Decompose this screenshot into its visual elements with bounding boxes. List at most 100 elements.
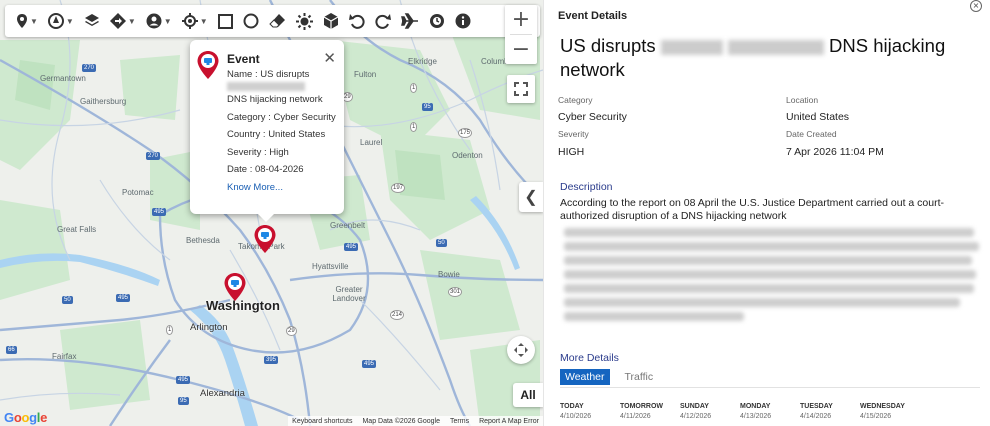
draw-square-button[interactable] xyxy=(213,5,238,37)
map[interactable]: Germantown Gaithersburg Potomac Great Fa… xyxy=(0,0,543,426)
popup-category-label: Category : xyxy=(227,111,271,123)
severity-label: Severity xyxy=(558,129,589,139)
popup-country-value: United States xyxy=(268,129,326,140)
highway-shield: 495 xyxy=(176,376,191,384)
date-created-label: Date Created xyxy=(786,129,837,139)
pan-control[interactable] xyxy=(507,336,535,364)
map-label-fulton: Fulton xyxy=(354,70,377,79)
popup-date: Date : 08-04-2026 xyxy=(227,164,339,177)
day-name: TUESDAY xyxy=(800,403,833,410)
more-details-heading: More Details xyxy=(560,352,619,364)
weather-forecast: TODAY 4/10/2026 TOMORROW 4/11/2026 SUNDAY 4… xyxy=(560,402,920,422)
flight-button[interactable] xyxy=(396,5,424,37)
cube-icon xyxy=(323,13,338,29)
redacted-text xyxy=(564,298,960,307)
redacted-text xyxy=(564,312,744,321)
redacted-text xyxy=(564,270,976,279)
redacted-text xyxy=(564,256,972,265)
plane-icon xyxy=(400,13,418,29)
directions-dropdown[interactable]: ▼ xyxy=(105,5,141,37)
map-label-bethesda: Bethesda xyxy=(186,236,220,245)
event-details-panel: Event Details × US disrupts DNS hijackin… xyxy=(543,0,990,426)
day-name: TOMORROW xyxy=(620,403,664,410)
all-filter-button[interactable]: All xyxy=(513,383,543,407)
date-created-value: 7 Apr 2026 11:04 PM xyxy=(786,146,884,158)
pin-dropdown[interactable]: ▼ xyxy=(11,5,43,37)
location-label: Location xyxy=(786,95,819,105)
eraser-button[interactable] xyxy=(264,5,291,37)
highway-shield: 301 xyxy=(448,287,463,297)
popup-date-label: Date : xyxy=(227,164,253,175)
map-label-elkridge: Elkridge xyxy=(408,57,437,66)
keyboard-shortcuts-link[interactable]: Keyboard shortcuts xyxy=(292,418,352,425)
history-button[interactable] xyxy=(424,5,450,37)
highway-shield: 197 xyxy=(391,183,406,193)
undo-button[interactable] xyxy=(344,5,370,37)
move-icon xyxy=(514,343,528,357)
cube-button[interactable] xyxy=(318,5,344,37)
report-error-link[interactable]: Report A Map Error xyxy=(479,418,539,425)
popup-name-suffix: DNS hijacking network xyxy=(227,94,323,105)
target-icon xyxy=(181,13,198,29)
draw-circle-button[interactable] xyxy=(238,5,264,37)
info-icon xyxy=(455,13,471,29)
layers-icon xyxy=(84,14,99,26)
category-value: Cyber Security xyxy=(558,111,627,123)
know-more-link[interactable]: Know More... xyxy=(227,182,283,193)
redo-icon xyxy=(375,14,391,29)
redacted-text xyxy=(727,39,824,55)
popup-name: Name : US disrupts DNS hijacking network xyxy=(227,69,339,107)
undo-icon xyxy=(348,14,365,29)
highway-shield: 395 xyxy=(264,356,279,364)
zoom-out-button[interactable]: − xyxy=(505,35,537,64)
tab-weather[interactable]: Weather xyxy=(560,369,610,385)
map-label-hyattsville: Hyattsville xyxy=(312,262,349,271)
highway-shield: 50 xyxy=(62,296,73,304)
day-name: WEDNESDAY xyxy=(860,403,905,410)
highway-shield: 29 xyxy=(286,326,297,336)
popup-name-value: US disrupts xyxy=(260,69,310,80)
day-date: 4/12/2026 xyxy=(680,413,712,420)
redacted-text xyxy=(564,284,974,293)
day-name: MONDAY xyxy=(740,403,771,410)
description-visible-text: According to the report on 08 April the … xyxy=(560,197,945,222)
target-dropdown[interactable]: ▼ xyxy=(177,5,213,37)
event-marker[interactable] xyxy=(253,224,277,254)
event-marker[interactable] xyxy=(223,272,247,302)
highway-shield: 95 xyxy=(178,397,189,405)
forecast-day: WEDNESDAY 4/15/2026 xyxy=(860,402,920,422)
forecast-day: TODAY 4/10/2026 xyxy=(560,402,620,422)
person-dropdown[interactable]: ▼ xyxy=(141,5,177,37)
tab-traffic[interactable]: Traffic xyxy=(620,369,659,385)
diamond-icon xyxy=(109,13,126,29)
terms-link[interactable]: Terms xyxy=(450,418,469,425)
layers-button[interactable] xyxy=(79,5,105,37)
map-attribution: Keyboard shortcuts Map Data ©2026 Google… xyxy=(288,416,543,426)
close-icon[interactable]: ✕ xyxy=(323,49,336,67)
layers-pin-dropdown[interactable]: ▼ xyxy=(43,5,79,37)
panel-close-button[interactable]: × xyxy=(970,0,982,12)
map-label-great-falls: Great Falls xyxy=(57,225,97,234)
zoom-in-button[interactable]: + xyxy=(505,5,537,34)
details-tabs: Weather Traffic xyxy=(560,369,658,385)
day-date: 4/11/2026 xyxy=(620,413,651,420)
person-icon xyxy=(146,13,162,29)
popup-severity: Severity : High xyxy=(227,147,339,160)
redacted-text xyxy=(564,228,974,237)
fullscreen-button[interactable] xyxy=(507,75,535,103)
map-label-arlington: Arlington xyxy=(190,322,228,333)
popup-category: Category : Cyber Security xyxy=(227,112,339,125)
map-label-odenton: Odenton xyxy=(452,151,483,160)
redo-button[interactable] xyxy=(370,5,396,37)
popup-severity-value: High xyxy=(269,146,289,158)
info-button[interactable] xyxy=(450,5,476,37)
event-popup: Event ✕ Name : US disrupts DNS hijacking… xyxy=(190,40,344,222)
popup-category-value: Cyber Security xyxy=(273,111,336,123)
redacted-text xyxy=(660,39,723,55)
sun-button[interactable] xyxy=(291,5,318,37)
map-data-text: Map Data ©2026 Google xyxy=(362,417,441,425)
panel-header: Event Details xyxy=(558,10,628,22)
popup-body: Name : US disrupts DNS hijacking network… xyxy=(227,69,339,194)
redacted-text xyxy=(564,242,979,251)
collapse-panel-button[interactable]: ❮ xyxy=(519,182,543,212)
